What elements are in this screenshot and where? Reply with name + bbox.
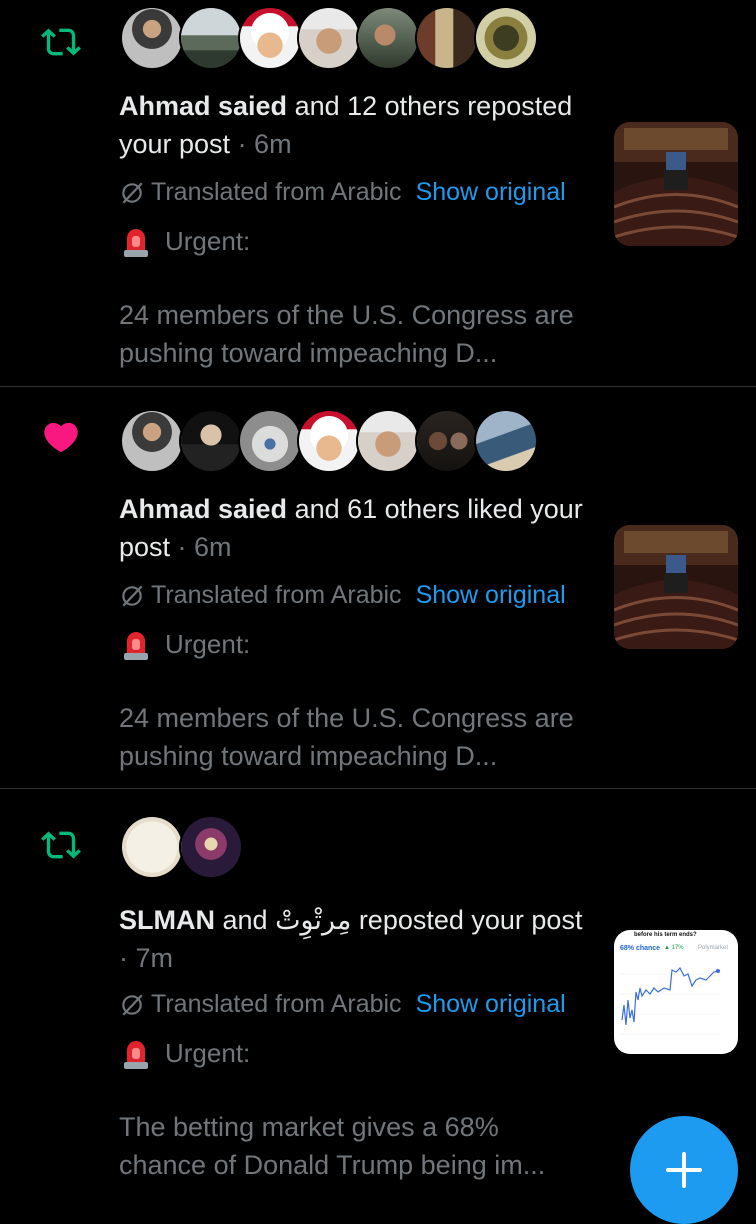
translated-label: Translated from Arabic <box>151 178 402 206</box>
notification-headline: Ahmad saied and 61 others liked your pos… <box>119 490 589 566</box>
avatar[interactable] <box>358 8 418 68</box>
translated-label: Translated from Arabic <box>151 581 402 609</box>
congress-image <box>614 525 738 649</box>
translation-row: Translated from Arabic Show original <box>119 990 566 1019</box>
translated-label: Translated from Arabic <box>151 990 402 1018</box>
translate-icon <box>122 994 143 1015</box>
post-thumbnail[interactable] <box>614 122 738 246</box>
avatar[interactable] <box>122 411 182 471</box>
post-thumbnail[interactable]: before his term ends? 68% chance ▲ 17% P… <box>614 930 738 1054</box>
repost-icon <box>41 831 81 859</box>
plus-icon <box>666 1152 702 1188</box>
urgent-label: Urgent: <box>165 1037 251 1068</box>
avatar-stack[interactable] <box>122 411 536 473</box>
notification-headline: Ahmad saied and 12 others reposted your … <box>119 87 589 163</box>
post-preview-text: 24 members of the U.S. Congress are push… <box>119 703 574 771</box>
siren-icon <box>124 1041 148 1069</box>
avatar-stack[interactable] <box>122 817 241 879</box>
repost-icon <box>41 28 81 56</box>
timestamp: · 6m <box>230 129 292 159</box>
avatar[interactable] <box>417 8 477 68</box>
avatar[interactable] <box>476 411 536 471</box>
avatar-stack[interactable] <box>122 8 536 70</box>
show-original-link[interactable]: Show original <box>416 178 566 207</box>
avatar[interactable] <box>181 8 241 68</box>
urgent-row: Urgent: <box>121 224 250 258</box>
siren-icon <box>124 632 148 660</box>
post-preview-text: The betting market gives a 68% chance of… <box>119 1112 546 1180</box>
avatar[interactable] <box>122 817 182 877</box>
notification-like[interactable]: Ahmad saied and 61 others liked your pos… <box>0 387 756 789</box>
translation-row: Translated from Arabic Show original <box>119 581 566 610</box>
urgent-label: Urgent: <box>165 225 251 256</box>
urgent-label: Urgent: <box>165 628 251 659</box>
post-thumbnail[interactable] <box>614 525 738 649</box>
translation-row: Translated from Arabic Show original <box>119 178 566 207</box>
avatar[interactable] <box>476 8 536 68</box>
congress-image <box>614 122 738 246</box>
timestamp: · 7m <box>119 943 173 973</box>
avatar[interactable] <box>299 8 359 68</box>
siren-icon <box>124 229 148 257</box>
avatar[interactable] <box>181 411 241 471</box>
avatar[interactable] <box>417 411 477 471</box>
show-original-link[interactable]: Show original <box>416 990 566 1019</box>
translate-icon <box>122 585 143 606</box>
avatar[interactable] <box>240 8 300 68</box>
urgent-row: Urgent: <box>121 627 250 661</box>
avatar[interactable] <box>240 411 300 471</box>
show-original-link[interactable]: Show original <box>416 581 566 610</box>
urgent-row: Urgent: <box>121 1036 250 1070</box>
timestamp: · 6m <box>170 532 232 562</box>
heart-icon <box>44 422 78 453</box>
actor-name[interactable]: Ahmad saied <box>119 91 287 121</box>
translate-icon <box>122 182 143 203</box>
odds-line-chart <box>620 966 720 1035</box>
actor-name[interactable]: SLMAN <box>119 905 215 935</box>
avatar[interactable] <box>358 411 418 471</box>
action-text: and مِرتْوِتْ reposted your post <box>215 905 583 935</box>
avatar[interactable] <box>299 411 359 471</box>
actor-name[interactable]: Ahmad saied <box>119 494 287 524</box>
avatar[interactable] <box>181 817 241 877</box>
post-preview-text: 24 members of the U.S. Congress are push… <box>119 300 574 368</box>
notification-headline: SLMAN and مِرتْوِتْ reposted your post ·… <box>119 901 589 977</box>
notification-repost-1[interactable]: Ahmad saied and 12 others reposted your … <box>0 0 756 387</box>
compose-button[interactable] <box>630 1116 738 1224</box>
avatar[interactable] <box>122 8 182 68</box>
